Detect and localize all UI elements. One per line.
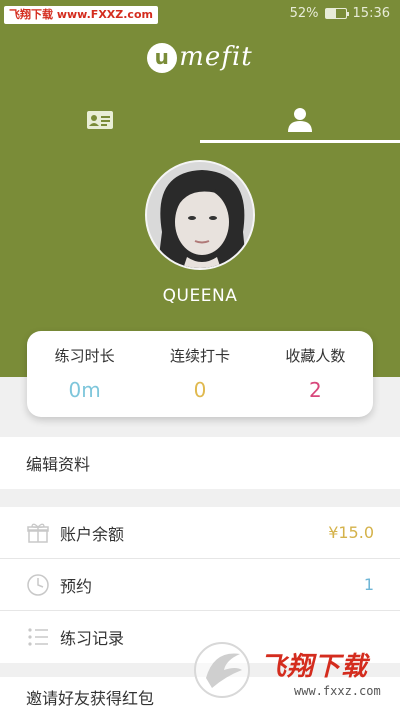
stat-value: 0m — [68, 378, 101, 402]
menu-item-label: 预约 — [60, 576, 93, 596]
stat-practice-time[interactable]: 练习时长 0m — [27, 331, 142, 417]
avatar-photo — [147, 162, 253, 268]
invite-friends-label: 邀请好友获得红包 — [26, 689, 155, 708]
battery-percent: 52% — [289, 6, 319, 21]
contact-card-icon — [87, 111, 113, 129]
watermark-logo-icon — [194, 642, 250, 698]
menu-item-label: 练习记录 — [60, 629, 125, 648]
battery-fill — [325, 9, 336, 18]
gift-icon — [26, 521, 50, 545]
edit-profile-row[interactable]: 编辑资料 — [0, 437, 400, 489]
logo-mark: u — [147, 43, 178, 73]
status-bar: 飞翔下载 www.FXXZ.com 52% 15:36 — [0, 0, 400, 30]
watermark-text: 飞翔下载 — [260, 652, 369, 682]
watermark-site-name: 飞翔下载 — [9, 8, 53, 21]
stat-followers[interactable]: 收藏人数 2 — [258, 331, 373, 417]
stat-label: 收藏人数 — [285, 347, 346, 365]
person-icon — [288, 108, 312, 132]
watermark-badge: 飞翔下载 www.FXXZ.com — [4, 6, 158, 24]
stat-label: 连续打卡 — [169, 347, 230, 365]
stats-card: 练习时长 0m 连续打卡 0 收藏人数 2 — [27, 331, 373, 417]
username: QUEENA — [162, 286, 238, 306]
watermark-url: www.fxxz.com — [294, 684, 381, 698]
active-tab-indicator — [200, 140, 400, 143]
menu-item-balance[interactable]: 账户余额 ¥15.0 — [0, 507, 400, 559]
watermark-overlay: 飞翔下载 www.fxxz.com — [192, 640, 397, 700]
clock-time: 15:36 — [352, 6, 390, 21]
tab-profile[interactable] — [200, 96, 400, 144]
menu-item-booking[interactable]: 预约 1 — [0, 559, 400, 611]
logo-text: mefit — [179, 42, 253, 72]
tab-contact-card[interactable] — [0, 96, 200, 144]
list-icon — [26, 625, 50, 649]
menu-item-label: 账户余额 — [60, 524, 125, 544]
clock-icon — [26, 573, 50, 597]
stat-checkin-streak[interactable]: 连续打卡 0 — [142, 331, 257, 417]
battery-icon — [324, 8, 349, 19]
balance-value: ¥15.0 — [328, 523, 374, 542]
stat-value: 2 — [308, 378, 322, 402]
app-logo: u mefit — [0, 42, 400, 73]
edit-profile-label: 编辑资料 — [26, 455, 91, 474]
profile-tabs — [0, 96, 400, 144]
stat-label: 练习时长 — [54, 347, 115, 365]
stat-value: 0 — [193, 378, 207, 402]
booking-count: 1 — [363, 575, 374, 594]
watermark-site-url: www.FXXZ.com — [56, 8, 153, 21]
avatar[interactable] — [145, 160, 255, 270]
